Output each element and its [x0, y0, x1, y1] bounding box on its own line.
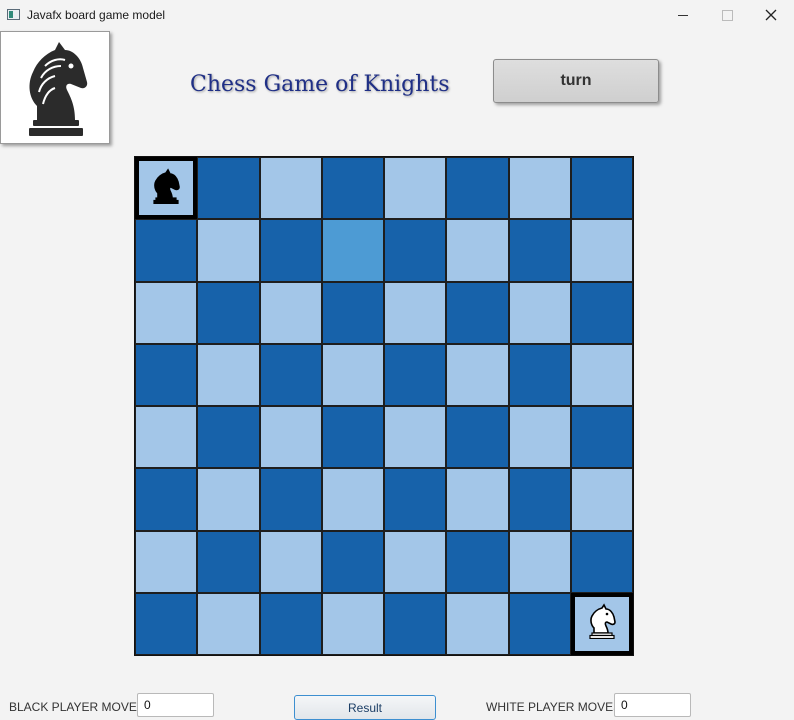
board-square[interactable] [446, 343, 509, 406]
board-square[interactable] [570, 343, 633, 406]
board-square[interactable] [446, 157, 509, 220]
board-square[interactable] [570, 406, 633, 469]
board-square[interactable] [135, 281, 198, 344]
board-square[interactable] [508, 592, 571, 655]
board-square[interactable] [446, 468, 509, 531]
board-square[interactable] [259, 219, 322, 282]
close-icon [765, 9, 777, 21]
app-icon [7, 9, 20, 20]
board-square[interactable] [446, 219, 509, 282]
board-square[interactable] [570, 219, 633, 282]
board-square[interactable] [508, 406, 571, 469]
board-square[interactable] [197, 343, 260, 406]
board-square[interactable] [135, 530, 198, 593]
board-square[interactable] [384, 406, 447, 469]
board-square[interactable] [446, 592, 509, 655]
board-square[interactable] [259, 406, 322, 469]
board-square[interactable] [384, 530, 447, 593]
board-square[interactable] [508, 281, 571, 344]
board-square[interactable] [197, 406, 260, 469]
board-square[interactable] [259, 468, 322, 531]
board-square[interactable] [384, 343, 447, 406]
maximize-icon [721, 9, 733, 21]
board-square[interactable] [197, 281, 260, 344]
board-square[interactable] [570, 157, 633, 220]
result-button[interactable]: Result [294, 695, 436, 720]
white-moves-field[interactable] [614, 693, 691, 717]
board-square[interactable] [384, 281, 447, 344]
board-square[interactable] [384, 219, 447, 282]
board-square[interactable] [197, 157, 260, 220]
board-square[interactable] [446, 281, 509, 344]
board-square[interactable] [321, 468, 384, 531]
board-square[interactable] [384, 592, 447, 655]
board-square[interactable] [508, 343, 571, 406]
minimize-button[interactable] [660, 0, 706, 30]
white-knight-icon[interactable] [586, 603, 618, 644]
black-moves-field[interactable] [137, 693, 214, 717]
chess-board [134, 156, 634, 656]
board-square[interactable] [321, 281, 384, 344]
board-square[interactable] [570, 468, 633, 531]
page-title: Chess Game of Knights [190, 72, 450, 97]
turn-button[interactable]: turn [493, 59, 659, 103]
board-square[interactable] [570, 592, 633, 655]
board-square[interactable] [259, 281, 322, 344]
board-square[interactable] [321, 157, 384, 220]
board-square[interactable] [446, 530, 509, 593]
board-square[interactable] [135, 406, 198, 469]
board-square[interactable] [570, 281, 633, 344]
board-square[interactable] [135, 157, 198, 220]
window-title: Javafx board game model [27, 8, 166, 22]
board-square[interactable] [135, 592, 198, 655]
white-moves-label: WHITE PLAYER MOVES [486, 700, 622, 714]
black-knight-icon[interactable] [150, 168, 182, 209]
board-square[interactable] [508, 468, 571, 531]
board-square[interactable] [321, 406, 384, 469]
board-square[interactable] [259, 592, 322, 655]
close-button[interactable] [748, 0, 794, 30]
board-square[interactable] [508, 530, 571, 593]
board-square[interactable] [321, 343, 384, 406]
board-square[interactable] [259, 530, 322, 593]
minimize-icon [678, 14, 688, 16]
board-square[interactable] [259, 343, 322, 406]
board-square[interactable] [446, 406, 509, 469]
board-square[interactable] [508, 157, 571, 220]
board-square[interactable] [321, 592, 384, 655]
board-square[interactable] [321, 530, 384, 593]
board-square[interactable] [197, 219, 260, 282]
black-moves-label: BLACK PLAYER MOVES [9, 700, 145, 714]
knight-logo-icon [29, 41, 88, 136]
title-bar: Javafx board game model [0, 0, 794, 30]
board-square[interactable] [321, 219, 384, 282]
board-square[interactable] [259, 157, 322, 220]
board-square[interactable] [384, 468, 447, 531]
board-square[interactable] [135, 343, 198, 406]
board-square[interactable] [197, 530, 260, 593]
board-square[interactable] [508, 219, 571, 282]
board-square[interactable] [197, 592, 260, 655]
board-square[interactable] [197, 468, 260, 531]
board-square[interactable] [135, 219, 198, 282]
maximize-button[interactable] [704, 0, 750, 30]
board-square[interactable] [135, 468, 198, 531]
board-square[interactable] [570, 530, 633, 593]
knight-logo [0, 31, 110, 144]
board-square[interactable] [384, 157, 447, 220]
